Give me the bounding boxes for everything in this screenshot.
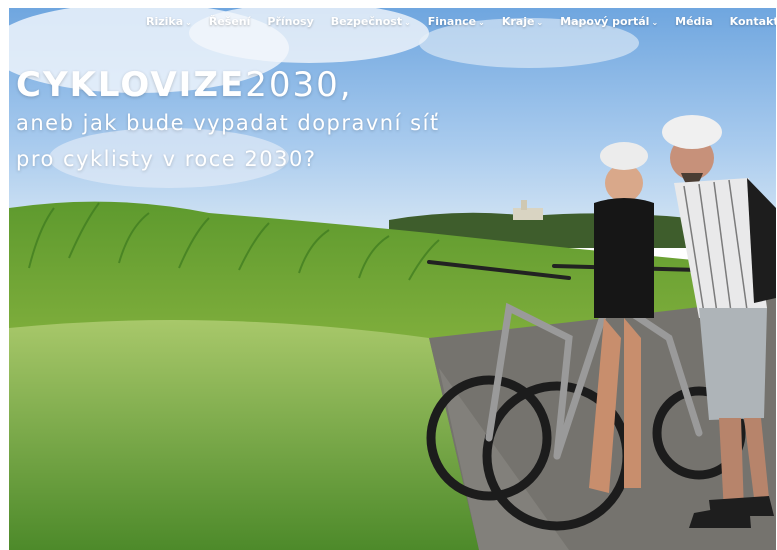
nav-item-kraje[interactable]: Kraje ⌄: [502, 15, 543, 28]
nav-item-label: Mapový portál: [560, 15, 650, 28]
nav-item-prinosy[interactable]: Přínosy: [267, 15, 313, 28]
nav-item-label: Finance: [427, 15, 477, 28]
nav-item-label: Přínosy: [267, 15, 314, 28]
nav-item-finance[interactable]: Finance ⌄: [428, 15, 485, 28]
nav-item-label: Řešení: [208, 15, 251, 28]
nav-item-mapovy-portal[interactable]: Mapový portál ⌄: [560, 15, 658, 28]
nav-item-reseni[interactable]: Řešení: [209, 15, 251, 28]
nav-item-rizika[interactable]: Rizika ⌄: [146, 15, 192, 28]
title-bold: CYKLOVIZE: [16, 65, 246, 105]
nav-item-label: Média: [675, 15, 713, 28]
chevron-down-icon: ⌄: [651, 18, 659, 27]
chevron-down-icon: ⌄: [478, 18, 485, 27]
nav-item-label: Kontakt: [729, 15, 776, 28]
main-nav: Rizika ⌄ Řešení Přínosy Bezpečnost ⌄ Finan…: [146, 15, 776, 28]
nav-item-bezpecnost[interactable]: Bezpečnost ⌄: [331, 15, 411, 28]
nav-item-label: Rizika: [146, 15, 184, 28]
page-title: CYKLOVIZE2030,: [16, 66, 440, 104]
chevron-down-icon: ⌄: [536, 18, 544, 27]
chevron-down-icon: ⌄: [185, 18, 192, 27]
title-light: 2030,: [245, 65, 353, 105]
nav-item-media[interactable]: Média: [675, 15, 712, 28]
nav-item-label: Kraje: [501, 15, 535, 28]
chevron-down-icon: ⌄: [404, 18, 411, 27]
subtitle-line-1: aneb jak bude vypadat dopravní síť: [16, 111, 440, 135]
subtitle-line-2: pro cyklisty v roce 2030?: [16, 147, 317, 171]
hero-headline: CYKLOVIZE2030, aneb jak bude vypadat dop…: [16, 66, 440, 176]
nav-item-kontakt[interactable]: Kontakt: [730, 15, 776, 28]
page-frame: Rizika ⌄ Řešení Přínosy Bezpečnost ⌄ Finan…: [9, 8, 776, 550]
nav-item-label: Bezpečnost: [330, 15, 403, 28]
